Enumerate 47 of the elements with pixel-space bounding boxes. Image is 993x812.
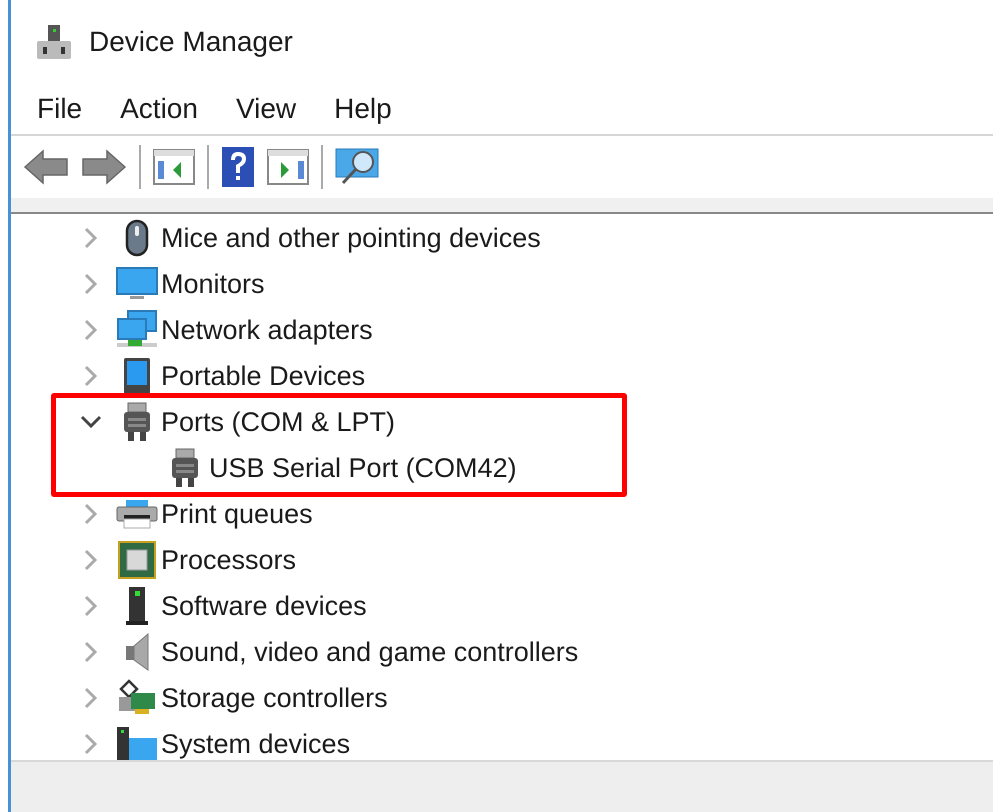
storage-card-icon <box>117 679 157 717</box>
tree-item[interactable]: Ports (COM & LPT) <box>161 402 396 442</box>
chevron-right-icon[interactable] <box>84 319 98 341</box>
chevron-right-icon[interactable] <box>84 273 98 295</box>
back-icon[interactable] <box>23 147 69 187</box>
tree-item[interactable]: System devices <box>161 724 350 760</box>
scan-monitor-icon[interactable] <box>335 147 379 187</box>
tower-icon <box>125 586 149 626</box>
menu-item[interactable]: Action <box>120 88 198 130</box>
tree-item[interactable]: Software devices <box>161 586 367 626</box>
tree-item[interactable]: Storage controllers <box>161 678 388 718</box>
menu-item[interactable]: File <box>37 88 82 130</box>
tree-item[interactable]: Network adapters <box>161 310 373 350</box>
mouse-icon <box>125 219 149 257</box>
monitor-icon <box>116 267 158 301</box>
chevron-right-icon[interactable] <box>84 227 98 249</box>
network-icon <box>116 310 158 350</box>
help-icon[interactable] <box>221 146 255 188</box>
printer-icon <box>116 499 158 529</box>
chevron-right-icon[interactable] <box>84 595 98 617</box>
chevron-right-icon[interactable] <box>84 733 98 755</box>
tree-item[interactable]: Monitors <box>161 264 265 304</box>
window-title: Device Manager <box>89 25 293 59</box>
tree-item[interactable]: Processors <box>161 540 296 580</box>
tree-item[interactable]: USB Serial Port (COM42) <box>209 448 517 488</box>
tree-item[interactable]: Sound, video and game controllers <box>161 632 578 672</box>
menu-item[interactable]: View <box>236 88 296 130</box>
properties-panel-icon[interactable] <box>267 149 309 185</box>
menu-item[interactable]: Help <box>334 88 392 130</box>
chevron-right-icon[interactable] <box>84 503 98 525</box>
port-connector-icon <box>122 402 152 442</box>
tree-item[interactable]: Portable Devices <box>161 356 366 396</box>
chevron-right-icon[interactable] <box>84 687 98 709</box>
tablet-icon <box>123 357 151 395</box>
forward-icon[interactable] <box>81 147 127 187</box>
chevron-right-icon[interactable] <box>84 641 98 663</box>
system-folder-icon <box>116 726 158 760</box>
device-manager-icon <box>35 23 73 61</box>
port-connector-icon <box>170 448 200 488</box>
chevron-down-icon[interactable] <box>80 415 102 429</box>
processor-chip-icon <box>117 540 157 580</box>
chevron-right-icon[interactable] <box>84 549 98 571</box>
tree-item[interactable]: Print queues <box>161 494 313 534</box>
show-hide-tree-icon[interactable] <box>153 149 195 185</box>
speaker-icon <box>124 632 150 672</box>
tree-item[interactable]: Mice and other pointing devices <box>161 218 541 258</box>
chevron-right-icon[interactable] <box>84 365 98 387</box>
